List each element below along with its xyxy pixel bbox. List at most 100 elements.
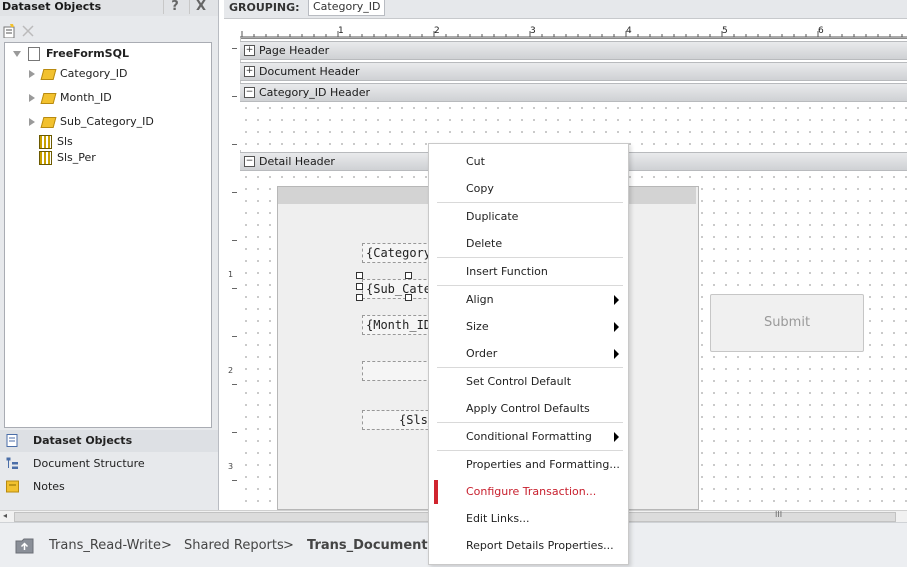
- submenu-arrow-icon: [614, 432, 619, 442]
- panel-toolbar: [0, 20, 218, 40]
- close-panel-button[interactable]: X: [189, 0, 212, 14]
- menu-item-label: Align: [466, 293, 494, 306]
- submenu-arrow-icon: [614, 295, 619, 305]
- nav-dataset-objects[interactable]: Dataset Objects: [0, 430, 218, 452]
- ruler-tick: [232, 192, 237, 193]
- menu-item-duplicate[interactable]: Duplicate: [429, 203, 628, 230]
- expand-icon[interactable]: +: [244, 66, 255, 77]
- menu-item-properties-and-formatting[interactable]: Properties and Formatting...: [429, 451, 628, 478]
- menu-item-label: Configure Transaction...: [466, 485, 597, 498]
- resize-handle[interactable]: [405, 272, 412, 279]
- breadcrumb-current: Trans_Document: [307, 538, 428, 553]
- cube-icon: [40, 116, 57, 128]
- ruler-number: 3: [530, 26, 536, 36]
- help-button[interactable]: ?: [163, 0, 186, 14]
- folder-up-icon[interactable]: [15, 537, 35, 554]
- document-icon: [28, 47, 40, 61]
- menu-item-edit-links[interactable]: Edit Links...: [429, 505, 628, 532]
- menu-item-apply-control-defaults[interactable]: Apply Control Defaults: [429, 395, 628, 422]
- context-menu: Cut Copy Duplicate Delete Insert Functio…: [428, 143, 629, 565]
- nav-notes[interactable]: Notes: [0, 476, 218, 498]
- collapse-icon[interactable]: −: [244, 87, 255, 98]
- panel-title: Dataset Objects: [2, 0, 102, 13]
- collapse-arrow-icon[interactable]: [29, 118, 35, 126]
- tree-item-sls-per[interactable]: Sls_Per: [39, 149, 96, 167]
- highlight-bar: [434, 480, 438, 504]
- menu-item-label: Copy: [466, 182, 494, 195]
- menu-item-report-details-properties[interactable]: Report Details Properties...: [429, 532, 628, 559]
- horizontal-ruler: 1 2 3 4 5 6: [240, 26, 907, 39]
- nav-label: Dataset Objects: [33, 434, 133, 447]
- tree-item-category-id[interactable]: Category_ID: [29, 65, 127, 83]
- delete-icon[interactable]: [22, 25, 34, 37]
- ruler-number: 1: [228, 270, 234, 279]
- new-object-icon[interactable]: [3, 24, 17, 38]
- menu-item-copy[interactable]: Copy: [429, 175, 628, 202]
- menu-item-set-control-default[interactable]: Set Control Default: [429, 368, 628, 395]
- collapse-icon[interactable]: −: [244, 156, 255, 167]
- menu-item-label: Cut: [466, 155, 485, 168]
- menu-item-label: Apply Control Defaults: [466, 402, 590, 415]
- cube-icon: [40, 92, 57, 104]
- ruler-number: 5: [722, 26, 728, 36]
- vertical-ruler: 1 2 3: [224, 38, 241, 508]
- nav-label: Notes: [33, 480, 65, 493]
- menu-item-label: Order: [466, 347, 498, 360]
- breadcrumb-item[interactable]: Trans_Read-Write: [49, 538, 161, 553]
- section-label: Category_ID Header: [259, 86, 371, 99]
- menu-item-insert-function[interactable]: Insert Function: [429, 258, 628, 285]
- nav-document-structure[interactable]: Document Structure: [0, 453, 218, 475]
- ruler-tick: [232, 384, 237, 385]
- collapse-arrow-icon[interactable]: [29, 94, 35, 102]
- dataset-objects-panel: Dataset Objects ? X FreeFormSQL Category…: [0, 0, 219, 510]
- menu-item-label: Delete: [466, 237, 503, 250]
- menu-item-configure-transaction[interactable]: Configure Transaction...: [429, 478, 628, 505]
- expand-icon[interactable]: +: [244, 45, 255, 56]
- resize-handle[interactable]: [356, 294, 363, 301]
- document-structure-icon: [6, 457, 18, 469]
- metric-icon: [39, 135, 52, 149]
- menu-item-size[interactable]: Size: [429, 313, 628, 340]
- ruler-tick: [232, 288, 237, 289]
- resize-handle[interactable]: [405, 294, 412, 301]
- dataset-tree: FreeFormSQL Category_ID Month_ID Sub_Cat…: [4, 42, 212, 428]
- submenu-arrow-icon: [614, 349, 619, 359]
- menu-item-delete[interactable]: Delete: [429, 230, 628, 257]
- tree-item-month-id[interactable]: Month_ID: [29, 89, 112, 107]
- section-category-header[interactable]: − Category_ID Header: [240, 83, 907, 102]
- tree-item-sub-category-id[interactable]: Sub_Category_ID: [29, 113, 154, 131]
- section-document-header[interactable]: + Document Header: [240, 62, 907, 81]
- ruler-tick: [232, 240, 237, 241]
- grouping-chip[interactable]: Category_ID: [308, 0, 386, 16]
- grouping-bar: GROUPING: Category_ID: [224, 0, 907, 19]
- tree-root-label: FreeFormSQL: [46, 47, 129, 60]
- menu-item-order[interactable]: Order: [429, 340, 628, 367]
- menu-item-align[interactable]: Align: [429, 286, 628, 313]
- menu-item-label: Properties and Formatting...: [466, 458, 620, 471]
- section-label: Document Header: [259, 65, 360, 78]
- ruler-number: 1: [338, 26, 344, 36]
- scroll-left-icon[interactable]: ◂: [3, 511, 7, 520]
- ruler-number: 2: [228, 366, 234, 375]
- menu-item-cut[interactable]: Cut: [429, 148, 628, 175]
- tree-item-label: Month_ID: [60, 91, 112, 104]
- breadcrumb-item[interactable]: Shared Reports: [184, 538, 284, 553]
- ruler-tick: [232, 336, 237, 337]
- resize-handle[interactable]: [356, 272, 363, 279]
- tree-root[interactable]: FreeFormSQL: [13, 45, 129, 63]
- collapse-arrow-icon[interactable]: [29, 70, 35, 78]
- submit-button[interactable]: Submit: [710, 294, 864, 352]
- ruler-number: 4: [626, 26, 632, 36]
- tree-item-label: Sub_Category_ID: [60, 115, 154, 128]
- ruler-tick: [232, 144, 237, 145]
- ruler-tick: [232, 480, 237, 481]
- menu-item-conditional-formatting[interactable]: Conditional Formatting: [429, 423, 628, 450]
- resize-handle[interactable]: [356, 283, 363, 290]
- menu-item-label: Report Details Properties...: [466, 539, 614, 552]
- metric-icon: [39, 151, 52, 165]
- submenu-arrow-icon: [614, 322, 619, 332]
- section-page-header[interactable]: + Page Header: [240, 41, 907, 60]
- expand-arrow-icon[interactable]: [13, 51, 21, 57]
- nav-label: Document Structure: [33, 457, 145, 470]
- grouping-label: GROUPING:: [229, 1, 300, 14]
